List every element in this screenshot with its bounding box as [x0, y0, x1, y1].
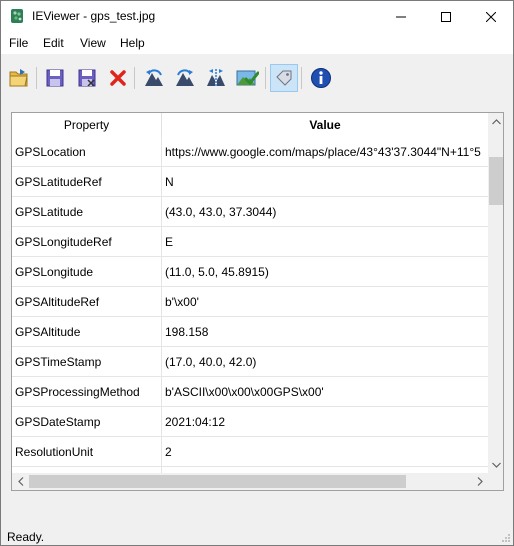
minimize-button[interactable] [378, 1, 423, 32]
value-cell: (17.0, 40.0, 42.0) [165, 355, 257, 369]
horizontal-scrollbar[interactable] [12, 473, 488, 490]
close-icon [485, 11, 496, 22]
menu-edit[interactable]: Edit [43, 36, 64, 50]
status-text: Ready. [7, 530, 45, 544]
flip-button[interactable] [202, 64, 230, 92]
chevron-down-icon [491, 462, 501, 468]
scrollbar-corner [488, 473, 503, 490]
table-row[interactable]: GPSAltitude 198.158 [12, 317, 488, 347]
vertical-scroll-thumb[interactable] [489, 157, 503, 205]
scroll-up-button[interactable] [488, 113, 503, 130]
property-cell: GPSLongitudeRef [12, 227, 162, 257]
open-folder-icon [9, 69, 28, 87]
apply-image-icon [236, 70, 259, 86]
table-row[interactable]: GPSAltitudeRef b'\x00' [12, 287, 488, 317]
save-button[interactable] [41, 64, 69, 92]
toolbar [1, 59, 513, 101]
minimize-icon [395, 16, 406, 17]
table-row[interactable]: GPSLatitude (43.0, 43.0, 37.3044) [12, 197, 488, 227]
menu-view[interactable]: View [80, 36, 106, 50]
table-row[interactable]: GPSProcessingMethod b'ASCII\x00\x00\x00G… [12, 377, 488, 407]
chevron-up-icon [491, 118, 501, 124]
open-button[interactable] [5, 64, 33, 92]
save-icon [46, 69, 64, 87]
value-cell: (43.0, 43.0, 37.3044) [165, 205, 277, 219]
app-icon [9, 8, 25, 24]
table-row[interactable]: GPSLongitude (11.0, 5.0, 45.8915) [12, 257, 488, 287]
save-as-icon [78, 69, 96, 87]
property-cell: GPSLatitude [12, 197, 162, 227]
property-cell: GPSLongitude [12, 257, 162, 287]
table-row[interactable]: GPSTimeStamp (17.0, 40.0, 42.0) [12, 347, 488, 377]
chevron-left-icon [17, 477, 23, 486]
rotate-right-button[interactable] [171, 64, 199, 92]
info-icon [311, 68, 331, 88]
menu-file[interactable]: File [9, 36, 28, 50]
app-window: IEViewer - gps_test.jpg File Edit View H… [0, 0, 514, 546]
toolbar-separator [265, 67, 266, 89]
properties-table[interactable]: Property Value GPSLocation https://www.g… [11, 112, 504, 491]
value-cell: b'ASCII\x00\x00\x00GPS\x00' [165, 385, 324, 399]
value-cell: N [165, 175, 174, 189]
save-as-button[interactable] [73, 64, 101, 92]
value-cell: 2 [165, 445, 172, 459]
resize-grip-icon[interactable] [501, 533, 511, 543]
maximize-icon [440, 11, 451, 22]
table-row[interactable]: GPSDateStamp 2021:04:12 [12, 407, 488, 437]
value-cell: 198.158 [165, 325, 209, 339]
delete-icon [110, 70, 126, 86]
property-cell: GPSTimeStamp [12, 347, 162, 377]
table-row[interactable]: GPSLongitudeRef E [12, 227, 488, 257]
property-cell: GPSAltitudeRef [12, 287, 162, 317]
table-row[interactable]: ResolutionUnit 2 [12, 437, 488, 467]
delete-button[interactable] [104, 64, 132, 92]
maximize-button[interactable] [423, 1, 468, 32]
table-body: GPSLocation https://www.google.com/maps/… [12, 137, 488, 473]
close-button[interactable] [468, 1, 513, 32]
menu-help[interactable]: Help [120, 36, 145, 50]
table-header: Property Value [12, 113, 488, 137]
apply-image-button[interactable] [233, 64, 261, 92]
toolbar-separator [301, 67, 302, 89]
horizontal-scroll-thumb[interactable] [29, 475, 406, 488]
column-header-property[interactable]: Property [12, 113, 162, 137]
value-cell: b'\x00' [165, 295, 199, 309]
column-header-value[interactable]: Value [162, 113, 488, 137]
rotate-right-icon [176, 69, 194, 86]
rotate-left-button[interactable] [140, 64, 168, 92]
property-cell: GPSProcessingMethod [12, 377, 162, 407]
toolbar-separator [134, 67, 135, 89]
value-cell: E [165, 235, 174, 249]
flip-icon [207, 69, 225, 87]
value-cell: (11.0, 5.0, 45.8915) [165, 265, 269, 279]
status-bar: Ready. [1, 527, 513, 545]
property-cell: GPSLocation [12, 137, 162, 167]
value-cell: https://www.google.com/maps/place/43°43'… [165, 145, 481, 159]
scroll-down-button[interactable] [488, 456, 503, 473]
scroll-left-button[interactable] [12, 473, 29, 490]
menu-bar: File Edit View Help [1, 32, 513, 54]
window-title: IEViewer - gps_test.jpg [32, 9, 156, 23]
property-cell: GPSDateStamp [12, 407, 162, 437]
info-button[interactable] [307, 64, 335, 92]
property-cell: GPSAltitude [12, 317, 162, 347]
table-row[interactable]: GPSLatitudeRef N [12, 167, 488, 197]
vertical-scrollbar[interactable] [488, 113, 503, 473]
rotate-left-icon [145, 69, 163, 86]
chevron-right-icon [477, 477, 483, 486]
toolbar-separator [36, 67, 37, 89]
scroll-right-button[interactable] [471, 473, 488, 490]
property-cell: ResolutionUnit [12, 437, 162, 467]
title-bar[interactable]: IEViewer - gps_test.jpg [1, 1, 513, 32]
tag-button[interactable] [270, 64, 298, 92]
table-row[interactable]: GPSLocation https://www.google.com/maps/… [12, 137, 488, 167]
tag-icon [276, 70, 292, 86]
property-cell: GPSLatitudeRef [12, 167, 162, 197]
value-cell: 2021:04:12 [165, 415, 226, 429]
